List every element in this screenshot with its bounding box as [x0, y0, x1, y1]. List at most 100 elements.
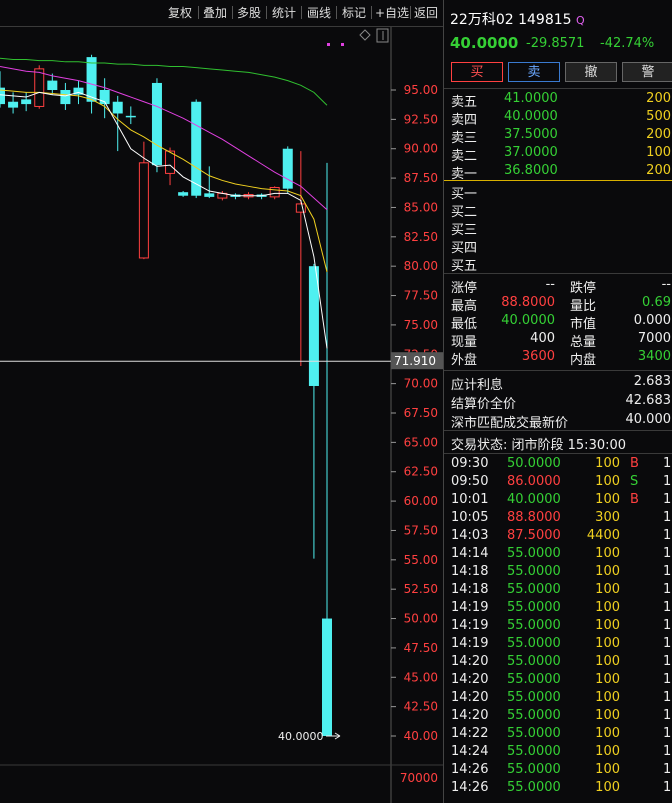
toolbar-back-button[interactable]: 返回: [414, 4, 438, 21]
candle-body: [322, 618, 332, 736]
toolbar-divider: [336, 6, 337, 19]
sell-level-volume: 100: [646, 145, 671, 160]
price-change-pct: -42.74%: [600, 36, 655, 51]
toolbar-divider: [266, 6, 267, 19]
sell-button[interactable]: 卖: [508, 62, 560, 82]
toolbar-draw-button[interactable]: 画线: [307, 4, 331, 21]
candle-body: [295, 203, 306, 213]
tick-direction: B: [630, 492, 639, 507]
toolbar-fuquan-button[interactable]: 复权: [168, 4, 192, 21]
candle-body: [125, 115, 136, 118]
security-name: 22万科02: [450, 12, 514, 28]
sell-level-price: 37.0000: [504, 145, 558, 160]
y-tick-label: 65.00: [404, 435, 438, 449]
buy-level-label: 买一: [451, 187, 478, 202]
tick-count: 1: [663, 492, 672, 507]
security-code: 149815: [518, 12, 572, 28]
candle-body: [86, 57, 97, 102]
tick-price: 55.0000: [507, 672, 561, 687]
tick-volume: 100: [595, 582, 620, 597]
tick-count: 1: [663, 762, 672, 777]
candle-body: [204, 193, 215, 197]
bond-info-value: 42.683: [625, 393, 672, 408]
alert-button[interactable]: 警: [622, 62, 672, 82]
tick-time: 14:18: [451, 564, 489, 579]
tick-count: 1: [663, 636, 672, 651]
tick-price: 55.0000: [507, 618, 561, 633]
tick-price: 55.0000: [507, 744, 561, 759]
tick-time: 14:26: [451, 780, 489, 795]
sell-level-volume: 200: [646, 127, 671, 142]
last-price: 40.0000: [450, 34, 519, 52]
candle-body: [178, 192, 189, 196]
tick-count: 1: [663, 780, 672, 795]
buy-level-label: 买三: [451, 223, 478, 238]
tick-price: 55.0000: [507, 726, 561, 741]
toolbar-multi-stock-button[interactable]: 多股: [237, 4, 261, 21]
candle-body: [60, 90, 71, 105]
y-tick-label: 50.00: [404, 612, 438, 626]
sell-level-price: 40.0000: [504, 109, 558, 124]
tick-time: 14:18: [451, 582, 489, 597]
tick-volume: 100: [595, 492, 620, 507]
tick-count: 1: [663, 744, 672, 759]
toolbar-divider: [232, 6, 233, 19]
bond-info-label: 应计利息: [451, 378, 504, 393]
buy-button[interactable]: 买: [451, 62, 503, 82]
tick-time: 14:20: [451, 672, 489, 687]
tick-time: 14:22: [451, 726, 489, 741]
tick-price: 55.0000: [507, 762, 561, 777]
candle-body: [112, 101, 123, 114]
sell-level-label: 卖三: [451, 131, 478, 146]
low-price-marker: 40.0000: [278, 730, 324, 743]
query-icon[interactable]: Q: [576, 14, 585, 27]
tick-price: 55.0000: [507, 690, 561, 705]
y-tick-label: 87.50: [404, 171, 438, 185]
stat-label: 总量: [570, 335, 597, 350]
cancel-order-button[interactable]: 撤: [565, 62, 617, 82]
tick-count: 1: [663, 546, 672, 561]
divider: [444, 430, 672, 431]
crosshair-label: 71.910: [394, 354, 436, 368]
stat-label: 涨停: [451, 281, 478, 296]
y-tick-label: 67.50: [404, 406, 438, 420]
bond-info-value: 40.000: [625, 412, 672, 427]
divider: [444, 273, 672, 274]
tick-price: 55.0000: [507, 708, 561, 723]
ma5-line: [0, 91, 328, 349]
bond-info-label: 深市匹配成交最新价: [451, 416, 569, 431]
toolbar-stats-button[interactable]: 统计: [272, 4, 296, 21]
security-header: 22万科02 149815 Q: [450, 9, 585, 29]
candle-body: [151, 82, 162, 166]
y-tick-label: 60.00: [404, 494, 438, 508]
stat-label: 市值: [570, 317, 597, 332]
tick-price: 86.0000: [507, 474, 561, 489]
y-tick-label: 62.50: [404, 465, 438, 479]
sell-level-price: 41.0000: [504, 91, 558, 106]
tick-count: 1: [663, 582, 672, 597]
toolbar-mark-button[interactable]: 标记: [342, 4, 366, 21]
tick-price: 50.0000: [507, 456, 561, 471]
toolbar-overlay-button[interactable]: 叠加: [203, 4, 227, 21]
stat-value: 7000: [637, 331, 671, 346]
tick-volume: 100: [595, 474, 620, 489]
toolbar-add-watchlist-button[interactable]: +自选: [375, 4, 409, 21]
tick-time: 14:26: [451, 762, 489, 777]
stat-value: 400: [530, 331, 555, 346]
y-tick-label: 85.00: [404, 200, 438, 214]
candle-body: [138, 162, 149, 259]
tick-price: 55.0000: [507, 636, 561, 651]
y-tick-label: 47.50: [404, 641, 438, 655]
sell-level-label: 卖五: [451, 95, 478, 110]
divider: [444, 453, 672, 454]
kline-chart[interactable]: 95.00 92.50 90.00 87.50 85.00 82.50 80.00 77.50…: [0, 0, 443, 803]
tick-volume: 100: [595, 456, 620, 471]
tick-price: 40.0000: [507, 492, 561, 507]
tick-volume: 100: [595, 690, 620, 705]
tick-price: 55.0000: [507, 546, 561, 561]
y-tick-label: 52.50: [404, 582, 438, 596]
stat-value: 88.8000: [501, 295, 555, 310]
tick-count: 1: [663, 528, 672, 543]
tick-direction: S: [630, 474, 639, 489]
tick-price: 55.0000: [507, 564, 561, 579]
